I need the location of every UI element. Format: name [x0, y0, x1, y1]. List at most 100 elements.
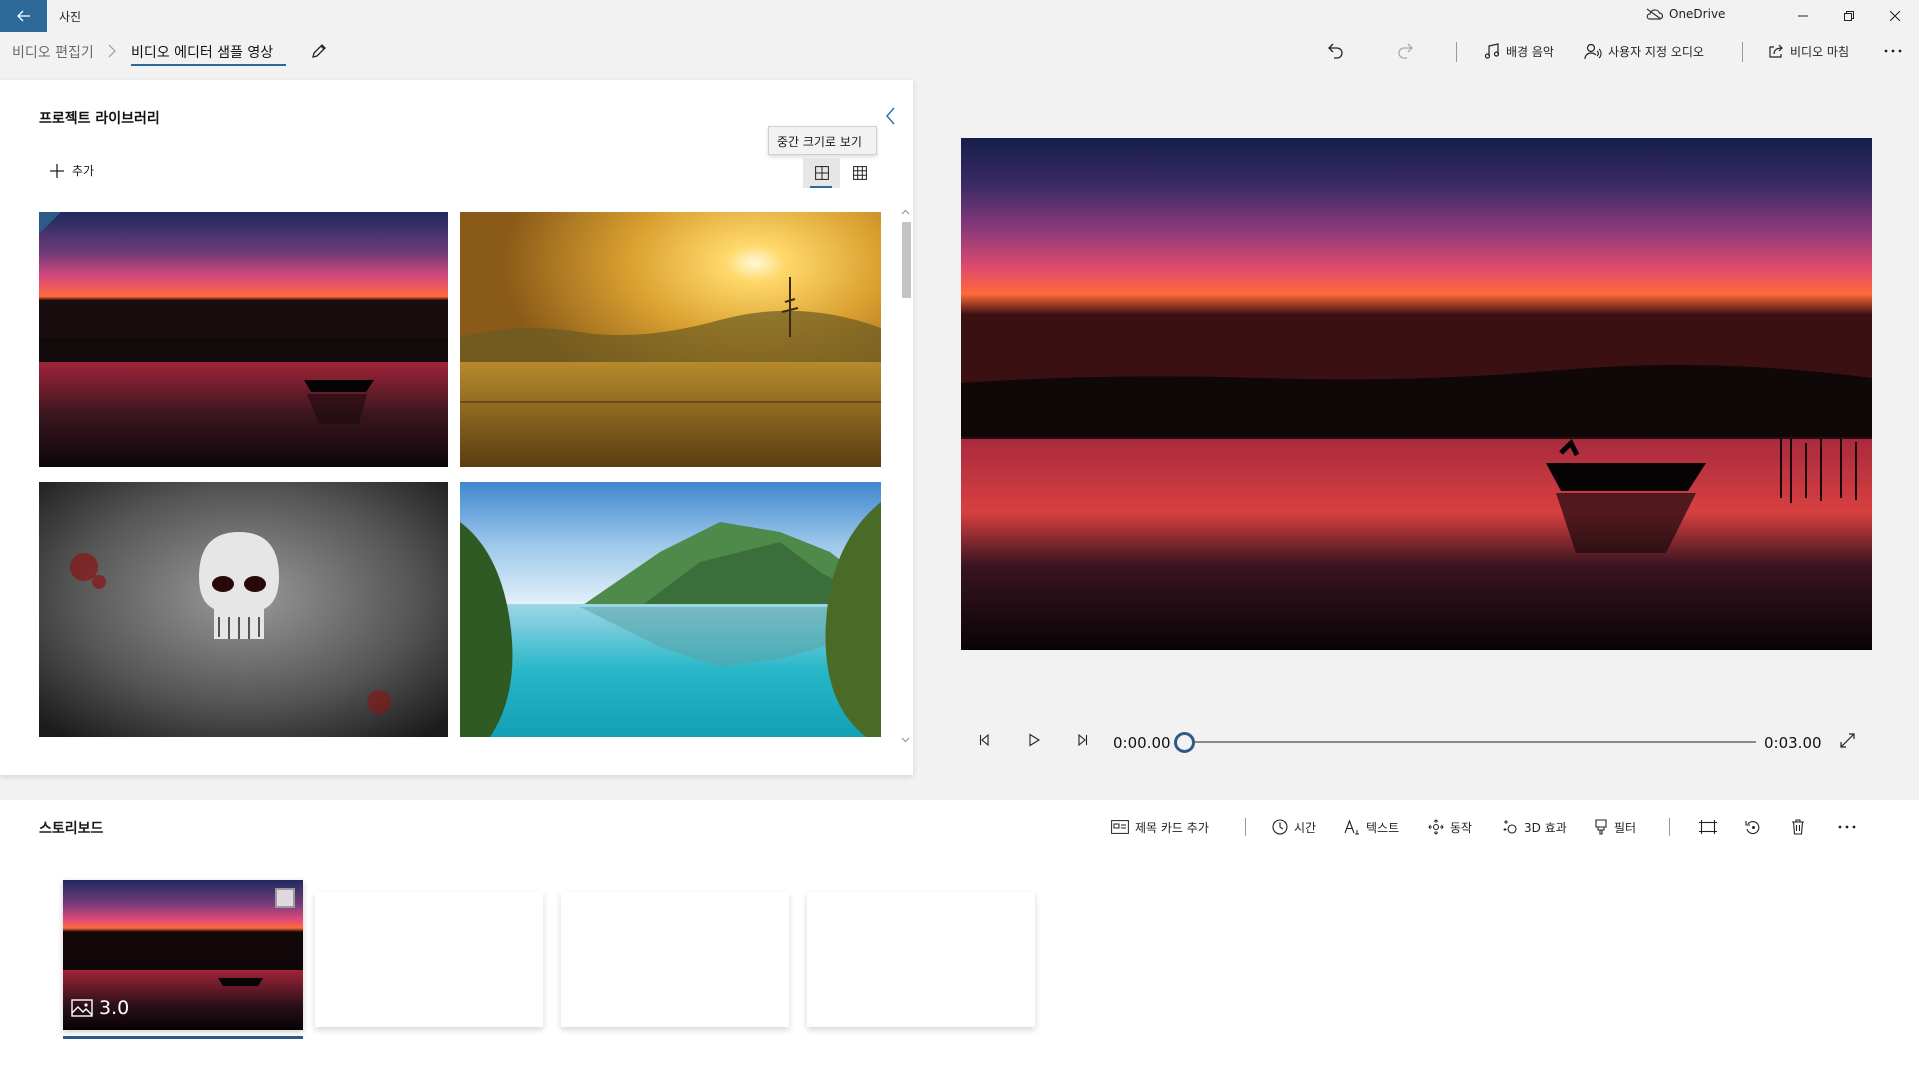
- title-bar: [0, 0, 1919, 32]
- close-button[interactable]: [1872, 0, 1918, 32]
- storyboard-separator: [1245, 818, 1246, 836]
- filters-button[interactable]: 필터: [1594, 817, 1636, 837]
- motion-button[interactable]: 동작: [1428, 817, 1472, 837]
- more-options-button[interactable]: [1884, 40, 1902, 62]
- text-icon: [1344, 819, 1359, 835]
- play-icon: [1029, 733, 1041, 747]
- library-scrollbar-thumb[interactable]: [902, 222, 911, 298]
- view-size-tooltip: 중간 크기로 보기: [768, 126, 877, 155]
- redo-icon: [1398, 43, 1413, 59]
- motion-icon: [1428, 819, 1444, 835]
- image-icon: [71, 999, 93, 1017]
- play-button[interactable]: [1027, 733, 1041, 747]
- title-card-icon: [1111, 820, 1129, 834]
- alpine-lake-image: [460, 482, 881, 737]
- clip-duration-badge: 3.0: [71, 997, 129, 1019]
- storyboard-separator: [1669, 818, 1670, 836]
- edit-pencil-icon[interactable]: [310, 42, 328, 60]
- sunset-lake-image: [39, 212, 448, 467]
- storyboard-empty-slot[interactable]: [807, 892, 1035, 1027]
- project-library-title: 프로젝트 라이브러리: [39, 111, 160, 127]
- filters-label: 필터: [1614, 820, 1637, 835]
- active-view-indicator: [810, 186, 832, 188]
- expand-icon: [1840, 733, 1855, 748]
- library-item-sunset-lake[interactable]: [39, 212, 448, 467]
- grid-small-icon: [853, 166, 867, 180]
- delete-button[interactable]: [1791, 817, 1805, 837]
- onedrive-status[interactable]: OneDrive: [1645, 7, 1725, 21]
- medium-view-button[interactable]: [803, 158, 840, 188]
- custom-audio-label: 사용자 지정 오디오: [1608, 44, 1704, 59]
- current-time: 0:00.00: [1113, 734, 1171, 752]
- filter-brush-icon: [1595, 819, 1607, 835]
- clip-selection-indicator: [63, 1036, 303, 1039]
- finish-video-button[interactable]: 비디오 마침: [1768, 40, 1849, 62]
- motion-label: 동작: [1450, 820, 1473, 835]
- skip-forward-icon: [1078, 733, 1088, 747]
- minimize-icon: [1798, 15, 1808, 17]
- library-item-golden-field[interactable]: [460, 212, 881, 467]
- custom-audio-button[interactable]: 사용자 지정 오디오: [1584, 40, 1704, 62]
- breadcrumb-active-indicator: [131, 64, 286, 66]
- cloud-off-icon: [1646, 8, 1663, 20]
- restore-icon: [1844, 11, 1854, 21]
- undo-icon: [1328, 43, 1343, 59]
- undo-button[interactable]: [1327, 40, 1345, 62]
- sparkle-effects-icon: [1503, 820, 1517, 834]
- storyboard-empty-slot[interactable]: [561, 892, 789, 1027]
- 3d-effects-label: 3D 효과: [1524, 820, 1567, 835]
- video-preview[interactable]: [961, 138, 1872, 650]
- golden-field-image: [460, 212, 881, 467]
- plus-icon: [50, 163, 64, 178]
- 3d-effects-button[interactable]: 3D 효과: [1502, 817, 1567, 837]
- library-item-alpine-lake[interactable]: [460, 482, 881, 737]
- small-view-button[interactable]: [845, 158, 875, 188]
- toolbar-separator: [1456, 42, 1457, 62]
- duration-button[interactable]: 시간: [1272, 817, 1316, 837]
- person-voice-icon: [1584, 43, 1602, 60]
- clip-select-checkbox[interactable]: [275, 888, 295, 908]
- library-item-skull-wall[interactable]: [39, 482, 448, 737]
- resize-icon: [1699, 820, 1717, 834]
- clip-duration-value: 3.0: [99, 997, 130, 1019]
- storyboard-empty-slot[interactable]: [315, 892, 543, 1027]
- seek-bar-thumb[interactable]: [1174, 732, 1195, 753]
- share-export-icon: [1769, 44, 1783, 58]
- text-button[interactable]: 텍스트: [1344, 817, 1399, 837]
- add-media-label: 추가: [72, 164, 95, 178]
- breadcrumb-video-editor[interactable]: 비디오 편집기: [12, 42, 94, 62]
- crop-resize-button[interactable]: [1699, 817, 1717, 837]
- onedrive-label: OneDrive: [1669, 7, 1726, 21]
- skull-wall-image: [39, 482, 448, 737]
- duration-label: 시간: [1294, 820, 1317, 835]
- text-label: 텍스트: [1366, 820, 1400, 835]
- background-music-button[interactable]: 배경 음악: [1484, 40, 1554, 62]
- finish-video-label: 비디오 마침: [1790, 44, 1850, 59]
- add-title-card-button[interactable]: 제목 카드 추가: [1111, 817, 1209, 837]
- minimize-button[interactable]: [1780, 0, 1826, 32]
- previous-frame-button[interactable]: [978, 733, 992, 747]
- toolbar-separator: [1742, 42, 1743, 62]
- back-button[interactable]: [0, 0, 47, 32]
- restore-button[interactable]: [1826, 0, 1872, 32]
- trash-icon: [1792, 819, 1804, 835]
- seek-bar[interactable]: [1186, 741, 1756, 743]
- rotate-icon: [1745, 821, 1760, 835]
- add-media-button[interactable]: 추가: [49, 162, 94, 179]
- total-time: 0:03.00: [1764, 734, 1822, 752]
- more-dots-icon: [1884, 49, 1902, 53]
- preview-frame-image: [961, 138, 1872, 650]
- background-music-label: 배경 음악: [1506, 44, 1554, 59]
- breadcrumb-project-name[interactable]: 비디오 에디터 샘플 영상: [131, 42, 273, 62]
- fullscreen-button[interactable]: [1840, 733, 1855, 748]
- more-dots-icon: [1838, 825, 1856, 829]
- redo-button[interactable]: [1396, 40, 1414, 62]
- rotate-button[interactable]: [1745, 817, 1761, 837]
- storyboard-more-button[interactable]: [1838, 817, 1856, 837]
- arrow-left-icon: [16, 10, 30, 22]
- next-frame-button[interactable]: [1075, 733, 1089, 747]
- clock-icon: [1272, 819, 1288, 835]
- storyboard-title: 스토리보드: [39, 821, 104, 837]
- chevron-right-icon: [108, 44, 116, 58]
- collapse-chevron-icon[interactable]: [886, 107, 896, 125]
